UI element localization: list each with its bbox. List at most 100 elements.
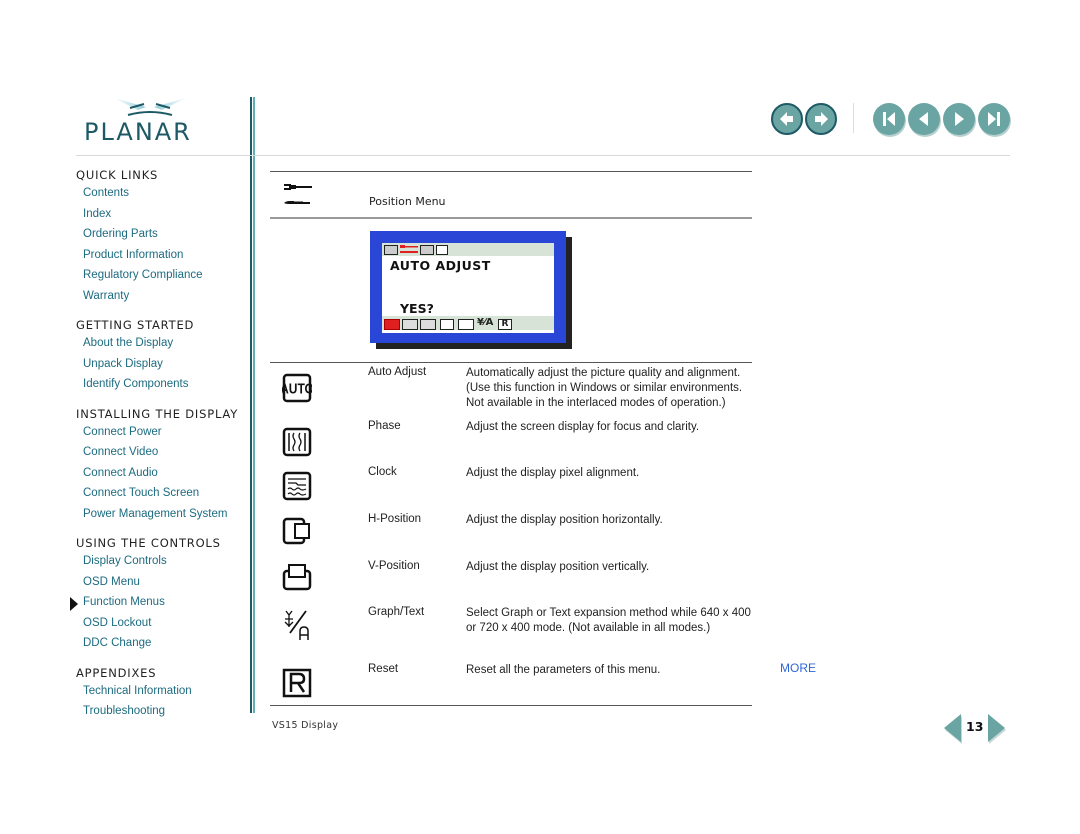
function-description: Adjust the display position horizontally… — [466, 514, 663, 526]
function-row: H-Position Adjust the display position h… — [270, 510, 752, 557]
osd-frame: AUTO ADJUST YES? ¥⁄A R — [370, 231, 566, 343]
sidebar-item-warranty[interactable]: Warranty — [76, 286, 246, 307]
footer-product-label: VS15 Display — [272, 720, 339, 731]
footer-divider — [270, 705, 752, 706]
sidebar-item-function-menus[interactable]: Function Menus — [70, 592, 246, 613]
sidebar-item-regulatory-compliance[interactable]: Regulatory Compliance — [76, 265, 246, 286]
function-name: Clock — [368, 466, 397, 478]
sidebar-item-contents[interactable]: Contents — [76, 183, 246, 204]
reset-icon — [282, 668, 312, 698]
planar-wordmark: PLANAR — [84, 118, 192, 146]
previous-page-button[interactable] — [908, 103, 940, 135]
sidebar-item-power-management-system[interactable]: Power Management System — [76, 504, 246, 525]
sidebar-item-technical-information[interactable]: Technical Information — [76, 681, 246, 702]
osd-position-tab-icon — [400, 245, 418, 253]
forward-button[interactable] — [805, 103, 837, 135]
function-row: V-Position Adjust the display position v… — [270, 557, 752, 603]
function-name: Auto Adjust — [368, 366, 427, 378]
osd-graph-text-icon: ¥⁄A — [477, 317, 494, 328]
sidebar-divider — [250, 97, 255, 713]
sidebar-item-connect-video[interactable]: Connect Video — [76, 442, 246, 463]
section-title-quick-links: QUICK LINKS — [76, 168, 159, 182]
function-list: AUTO Auto Adjust Automatically adjust th… — [270, 363, 752, 707]
section-title-using-the-controls: USING THE CONTROLS — [76, 536, 221, 550]
osd-clock-icon — [420, 319, 436, 330]
svg-text:AUTO: AUTO — [282, 380, 312, 396]
sidebar-item-identify-components[interactable]: Identify Components — [76, 374, 246, 395]
sidebar-item-osd-lockout[interactable]: OSD Lockout — [76, 613, 246, 634]
function-row: Graph/Text Select Graph or Text expansio… — [270, 603, 752, 660]
function-name: Phase — [368, 420, 401, 432]
phase-icon — [282, 427, 312, 457]
section-title-appendixes: APPENDIXES — [76, 665, 157, 680]
sidebar-item-index[interactable]: Index — [76, 204, 246, 225]
nav-separator — [853, 103, 854, 133]
sidebar-item-osd-menu[interactable]: OSD Menu — [76, 572, 246, 593]
osd-phase-icon — [402, 319, 418, 330]
function-description: Adjust the display pixel alignment. — [466, 467, 640, 479]
function-name: V-Position — [368, 560, 420, 572]
function-description: Select Graph or Text expansion method wh… — [466, 607, 751, 634]
function-row: Phase Adjust the screen display for focu… — [270, 417, 752, 463]
function-menu-content: Position Menu AUTO ADJUST YES? ¥⁄A R UT … — [270, 171, 752, 707]
sidebar-item-product-information[interactable]: Product Information — [76, 245, 246, 266]
osd-title: AUTO ADJUST — [390, 258, 491, 273]
first-page-button[interactable] — [873, 103, 905, 135]
back-button[interactable] — [771, 103, 803, 135]
osd-tab-icon — [436, 245, 448, 255]
header-divider — [76, 155, 1010, 156]
sidebar-item-display-controls[interactable]: Display Controls — [76, 551, 246, 572]
sidebar-item-about-the-display[interactable]: About the Display — [76, 333, 246, 354]
sidebar-item-label: Function Menus — [83, 596, 165, 608]
first-page-icon — [883, 112, 895, 126]
section-title-installing-the-display: INSTALLING THE DISPLAY — [76, 406, 239, 421]
osd-prompt: YES? — [400, 301, 434, 316]
position-menu-icon — [284, 184, 312, 204]
osd-v-position-icon — [458, 319, 474, 330]
previous-page-icon — [919, 112, 928, 126]
sidebar-item-troubleshooting[interactable]: Troubleshooting — [76, 701, 246, 722]
clock-icon — [282, 471, 312, 501]
menu-header: Position Menu — [270, 172, 752, 217]
function-description: Automatically adjust the picture quality… — [466, 367, 743, 409]
graph-text-icon — [284, 610, 309, 640]
function-description: Reset all the parameters of this menu. — [466, 664, 661, 676]
previous-page-arrow-icon[interactable] — [944, 714, 961, 742]
sidebar-item-connect-power[interactable]: Connect Power — [76, 422, 246, 443]
function-description: Adjust the display position vertically. — [466, 561, 650, 573]
osd-screen: AUTO ADJUST YES? ¥⁄A R — [382, 243, 554, 333]
function-description: Adjust the screen display for focus and … — [466, 421, 700, 433]
more-link[interactable]: MORE — [780, 661, 816, 675]
sidebar-item-connect-touch-screen[interactable]: Connect Touch Screen — [76, 483, 246, 504]
sidebar-item-unpack-display[interactable]: Unpack Display — [76, 354, 246, 375]
section-title-getting-started: GETTING STARTED — [76, 318, 195, 332]
current-page-marker-icon — [70, 597, 78, 611]
next-page-icon — [955, 112, 964, 126]
arrow-right-icon — [815, 112, 828, 126]
osd-tab-icon — [420, 245, 434, 255]
sidebar-item-connect-audio[interactable]: Connect Audio — [76, 463, 246, 484]
planar-logo: PLANAR — [84, 96, 219, 148]
menu-title: Position Menu — [369, 195, 446, 208]
h-position-icon — [282, 517, 310, 545]
sidebar-item-ddc-change[interactable]: DDC Change — [76, 633, 246, 654]
sidebar-item-ordering-parts[interactable]: Ordering Parts — [76, 224, 246, 245]
last-page-icon — [988, 112, 1000, 126]
sidebar: QUICK LINKS Contents Index Ordering Part… — [70, 168, 246, 722]
next-page-arrow-icon[interactable] — [988, 714, 1005, 742]
function-row: AUTO Auto Adjust Automatically adjust th… — [270, 363, 752, 417]
function-name: Reset — [368, 663, 399, 675]
osd-tab-icon — [384, 245, 398, 255]
v-position-icon — [282, 564, 312, 591]
osd-reset-icon: R — [498, 319, 512, 330]
osd-h-position-icon — [440, 319, 454, 330]
arrow-left-icon — [780, 112, 793, 126]
function-name: Graph/Text — [368, 606, 425, 618]
last-page-button[interactable] — [978, 103, 1010, 135]
function-row: Reset Reset all the parameters of this m… — [270, 660, 752, 707]
next-page-button[interactable] — [943, 103, 975, 135]
page-number: 13 — [966, 719, 984, 734]
auto-adjust-icon: AUTO — [282, 373, 312, 403]
function-name: H-Position — [368, 513, 422, 525]
osd-tab-row — [382, 243, 554, 256]
